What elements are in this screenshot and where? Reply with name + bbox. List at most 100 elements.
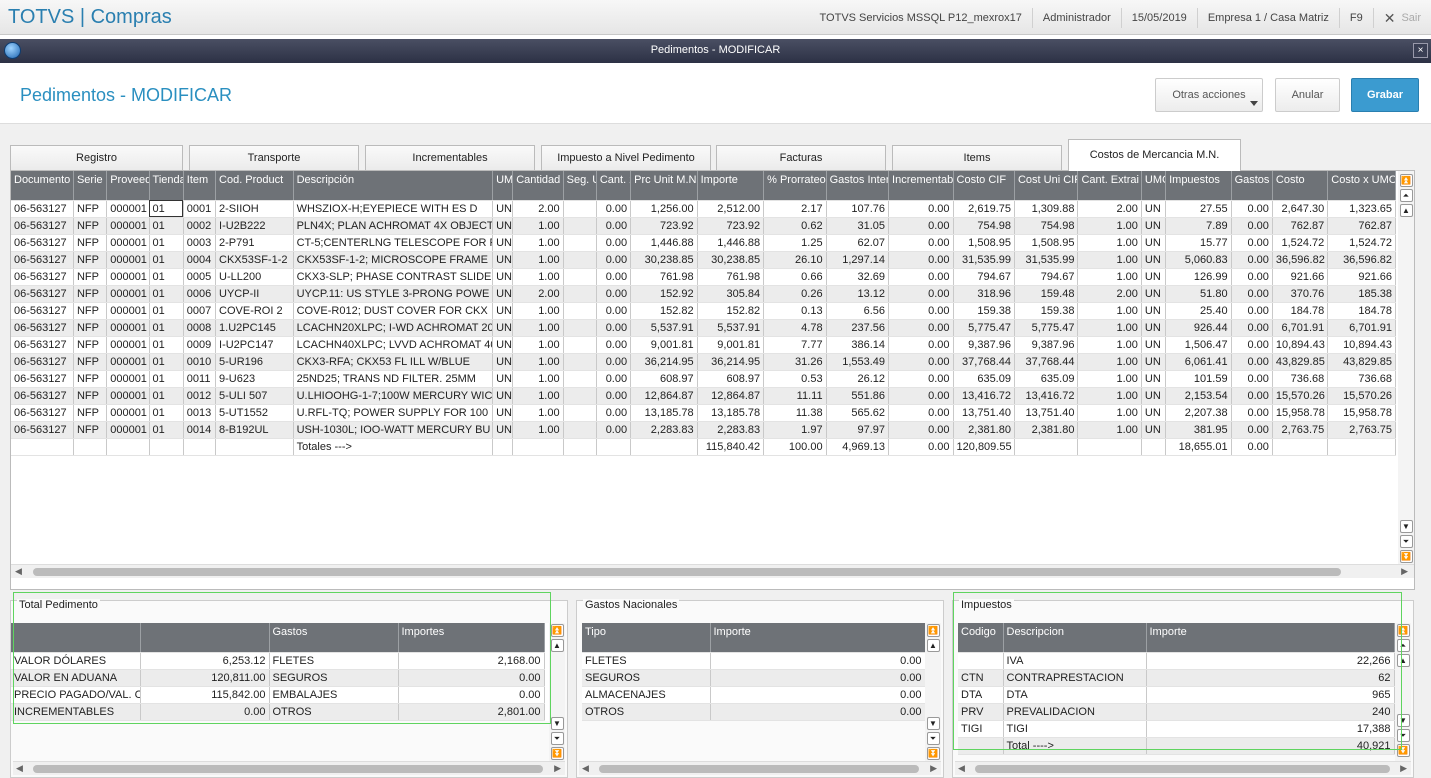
table-cell[interactable]: 0.00 <box>888 251 954 269</box>
company-info[interactable]: Empresa 1 / Casa Matriz <box>1196 7 1339 28</box>
table-cell[interactable]: 0011 <box>183 370 217 388</box>
column-header[interactable]: Cod. Product <box>215 171 294 201</box>
table-cell[interactable]: 5,775.47 <box>1014 319 1079 337</box>
table-cell[interactable]: 0014 <box>183 421 217 439</box>
table-cell[interactable]: 10,894.43 <box>1327 336 1396 354</box>
table-cell[interactable]: 184.78 <box>1272 302 1329 320</box>
table-cell[interactable]: LCACHN20XLPC; I-WD ACHROMAT 20 <box>293 319 494 337</box>
table-cell[interactable]: 15,570.26 <box>1272 387 1329 405</box>
table-cell[interactable]: 5-UT1552 <box>215 404 294 422</box>
table-cell[interactable]: 0.00 <box>1231 217 1273 235</box>
table-cell[interactable]: 2,283.83 <box>630 421 698 439</box>
table-cell[interactable]: UN <box>492 285 514 303</box>
table-cell[interactable]: 794.67 <box>1014 268 1079 286</box>
table-cell[interactable]: 62.07 <box>826 234 890 252</box>
table-cell[interactable]: 0.00 <box>888 319 954 337</box>
table-cell[interactable]: 000001 <box>106 353 150 371</box>
scroll-top-icon[interactable]: ⏫ <box>550 624 564 637</box>
column-header[interactable]: Gastos <box>1231 171 1273 201</box>
table-cell[interactable]: 0001 <box>183 200 217 218</box>
column-header[interactable]: Costo x UMC <box>1327 171 1396 201</box>
table-cell[interactable]: 152.92 <box>630 285 698 303</box>
table-cell[interactable]: 26.10 <box>763 251 827 269</box>
table-cell[interactable]: NFP <box>73 319 108 337</box>
total-pedimento-scrollbar[interactable]: ⏫ ▲ ▼ ⏷ ⏬ <box>549 623 565 761</box>
server-info[interactable]: TOTVS Servicios MSSQL P12_mexrox17 <box>810 8 1032 28</box>
table-cell[interactable]: UYCP-II <box>215 285 294 303</box>
table-cell[interactable]: 30,238.85 <box>697 251 765 269</box>
table-cell[interactable]: 13.12 <box>826 285 890 303</box>
table-cell[interactable]: 608.97 <box>630 370 698 388</box>
table-cell[interactable]: 635.09 <box>1014 370 1079 388</box>
table-cell[interactable]: 754.98 <box>1014 217 1079 235</box>
table-cell[interactable]: 0013 <box>183 404 217 422</box>
table-cell[interactable]: 000001 <box>106 421 150 439</box>
table-cell[interactable]: 0.00 <box>888 217 954 235</box>
table-cell[interactable]: 15,958.78 <box>1327 404 1396 422</box>
table-row[interactable]: 06-563127 NFP 000001 01 0014 8-B192UL USH-1030… <box>11 421 1396 439</box>
table-cell[interactable]: 1,553.49 <box>826 353 890 371</box>
table-cell[interactable]: 9-U623 <box>215 370 294 388</box>
table-cell[interactable]: 01 <box>149 251 184 269</box>
table-cell[interactable]: 2,381.80 <box>1014 421 1079 439</box>
table-cell[interactable]: 0.13 <box>763 302 827 320</box>
table-cell[interactable]: UN <box>1141 404 1167 422</box>
column-header[interactable]: Cant. Extrai <box>1077 171 1142 201</box>
table-cell[interactable]: 1,506.47 <box>1165 336 1232 354</box>
column-header[interactable]: UM <box>492 171 514 201</box>
table-cell[interactable]: 000001 <box>106 217 150 235</box>
table-row[interactable]: FLETES 0.00 <box>582 652 926 670</box>
table-cell[interactable]: 237.56 <box>826 319 890 337</box>
scroll-bottom-icon[interactable]: ⏬ <box>1399 550 1413 563</box>
table-cell[interactable]: 794.67 <box>953 268 1015 286</box>
table-cell[interactable]: 1,524.72 <box>1272 234 1329 252</box>
table-cell[interactable]: NFP <box>73 285 108 303</box>
table-cell[interactable]: 318.96 <box>953 285 1015 303</box>
table-cell[interactable]: 0009 <box>183 336 217 354</box>
tab-costos-mercancia[interactable]: Costos de Mercancia M.N. <box>1068 139 1241 171</box>
table-cell[interactable]: 0.00 <box>888 302 954 320</box>
table-cell[interactable] <box>512 438 564 456</box>
table-cell[interactable]: 0.00 <box>1231 353 1273 371</box>
table-cell[interactable]: 0004 <box>183 251 217 269</box>
table-cell[interactable]: 2-P791 <box>215 234 294 252</box>
table-cell[interactable]: 185.38 <box>1327 285 1396 303</box>
table-cell[interactable] <box>563 251 597 269</box>
table-cell[interactable]: 2-SIIOH <box>215 200 294 218</box>
table-cell[interactable]: FLETES <box>582 652 711 670</box>
user-info[interactable]: Administrador <box>1031 7 1121 28</box>
table-cell[interactable]: NFP <box>73 404 108 422</box>
table-cell[interactable]: 32.69 <box>826 268 890 286</box>
table-cell[interactable]: 100.00 <box>763 438 827 456</box>
table-cell[interactable]: 1.00 <box>512 234 564 252</box>
table-cell[interactable]: 2.17 <box>763 200 827 218</box>
table-cell[interactable] <box>149 438 184 456</box>
table-cell[interactable] <box>492 438 514 456</box>
table-cell[interactable]: 25ND25; TRANS ND FILTER. 25MM <box>293 370 494 388</box>
table-cell[interactable]: 159.38 <box>1014 302 1079 320</box>
table-cell[interactable]: 06-563127 <box>11 268 74 286</box>
table-cell[interactable]: 0.00 <box>596 387 632 405</box>
table-cell[interactable] <box>563 421 597 439</box>
table-cell[interactable]: 0010 <box>183 353 217 371</box>
table-cell[interactable]: 01 <box>149 319 184 337</box>
table-cell[interactable]: ALMACENAJES <box>582 686 711 704</box>
scroll-up-icon[interactable]: ▲ <box>926 639 940 652</box>
table-cell[interactable]: 31,535.99 <box>1014 251 1079 269</box>
scroll-left-icon[interactable]: ◀ <box>15 566 22 577</box>
table-cell[interactable]: 2,619.75 <box>953 200 1015 218</box>
table-cell[interactable]: UN <box>492 200 514 218</box>
table-cell[interactable]: OTROS <box>582 703 711 721</box>
table-cell[interactable]: 0.00 <box>710 686 926 704</box>
table-cell[interactable]: 608.97 <box>697 370 765 388</box>
table-cell[interactable]: 0.00 <box>1231 404 1273 422</box>
table-cell[interactable]: 06-563127 <box>11 217 74 235</box>
table-cell[interactable]: CKX53SF-1-2; MICROSCOPE FRAME <box>293 251 494 269</box>
table-cell[interactable]: UN <box>1141 421 1167 439</box>
table-cell[interactable]: UN <box>1141 319 1167 337</box>
column-header[interactable]: Cost Uni CIF <box>1014 171 1079 201</box>
table-cell[interactable]: 37,768.44 <box>1014 353 1079 371</box>
table-cell[interactable]: 6.56 <box>826 302 890 320</box>
scroll-up-icon[interactable]: ▲ <box>1399 204 1413 217</box>
column-header[interactable]: UMC <box>1141 171 1167 201</box>
